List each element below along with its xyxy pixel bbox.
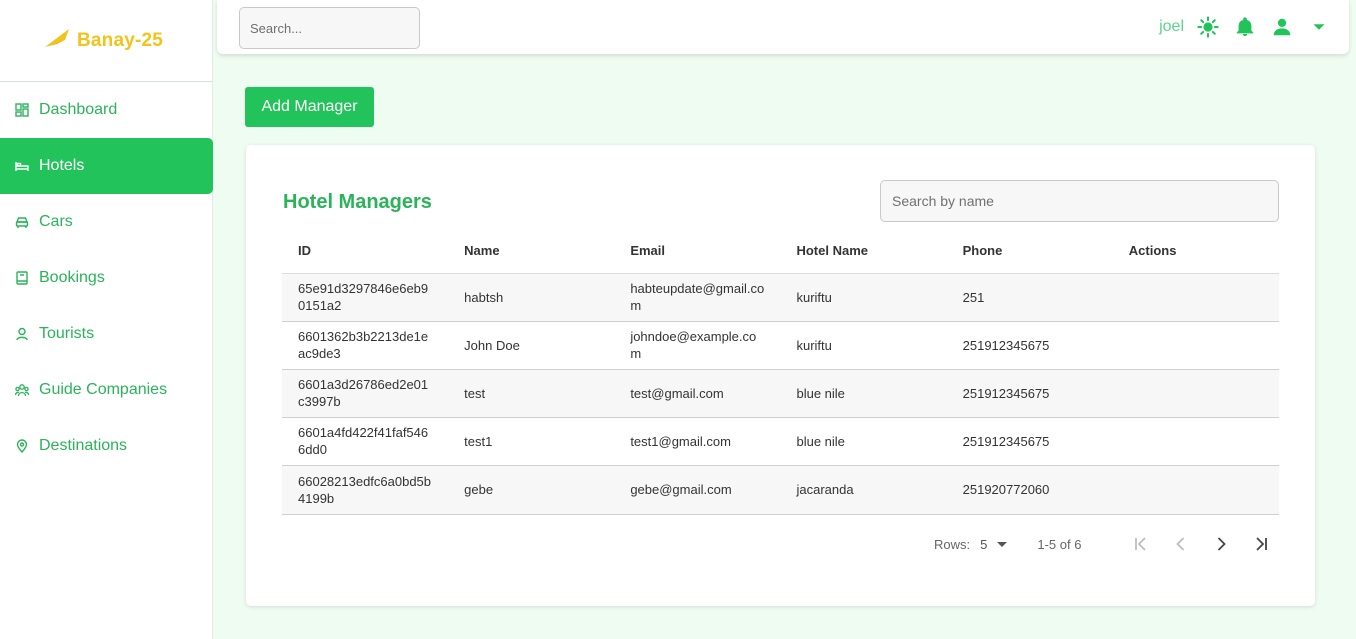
column-header-id[interactable]: ID	[282, 228, 449, 274]
sidebar-item-destinations[interactable]: Destinations	[0, 418, 212, 474]
rows-per-page-label: Rows:	[934, 536, 971, 552]
cell-id: 6601a3d26786ed2e01c3997b	[282, 369, 449, 418]
cell-email: johndoe@example.com	[614, 321, 781, 370]
chevron-down-icon[interactable]	[995, 537, 1009, 551]
group-icon	[15, 383, 29, 397]
user-icon	[15, 327, 29, 341]
username[interactable]: joel	[1159, 18, 1184, 36]
location-pin-icon	[15, 439, 29, 453]
chevron-down-icon[interactable]	[1307, 15, 1331, 39]
cell-phone: 251912345675	[946, 369, 1113, 418]
sidebar-item-cars[interactable]: Cars	[0, 194, 212, 250]
cell-hotel-name: blue nile	[780, 369, 947, 418]
book-icon	[15, 271, 29, 285]
sidebar-item-label: Tourists	[39, 325, 95, 342]
table-row[interactable]: 6601362b3b2213de1eac9de3 John Doe johndo…	[282, 321, 1279, 370]
sidebar: Banay-25 Dashboard Hotels Cars Bookings	[0, 0, 213, 639]
dashboard-icon	[15, 103, 29, 117]
top-bar: joel	[217, 0, 1349, 54]
cell-email: gebe@gmail.com	[614, 465, 781, 515]
cell-hotel-name: kuriftu	[780, 273, 947, 322]
car-icon	[15, 215, 29, 229]
account-icon[interactable]	[1270, 15, 1294, 39]
sidebar-nav: Dashboard Hotels Cars Bookings Tourists	[0, 82, 213, 474]
sidebar-item-dashboard[interactable]: Dashboard	[0, 82, 212, 138]
hotel-managers-card: Hotel Managers ID Name Email Hotel Name …	[246, 145, 1315, 606]
sidebar-item-label: Bookings	[39, 269, 105, 286]
cell-id: 66028213edfc6a0bd5b4199b	[282, 465, 449, 515]
search-by-name-input[interactable]	[880, 180, 1279, 222]
first-page-icon[interactable]	[1129, 532, 1153, 556]
next-page-icon[interactable]	[1209, 532, 1233, 556]
last-page-icon[interactable]	[1249, 532, 1273, 556]
cell-phone: 251920772060	[946, 465, 1113, 515]
global-search-input[interactable]	[239, 7, 420, 49]
sidebar-item-hotels[interactable]: Hotels	[0, 138, 213, 194]
table-row[interactable]: 66028213edfc6a0bd5b4199b gebe gebe@gmail…	[282, 465, 1279, 515]
cell-phone: 251	[946, 273, 1113, 322]
cell-id: 6601362b3b2213de1eac9de3	[282, 321, 449, 370]
airplane-logo-icon	[43, 26, 71, 55]
sidebar-item-label: Destinations	[39, 437, 128, 454]
managers-table: ID Name Email Hotel Name Phone Actions 6…	[282, 228, 1279, 515]
cell-email: habteupdate@gmail.com	[614, 273, 781, 322]
sidebar-item-label: Dashboard	[39, 101, 118, 118]
cell-actions	[1112, 321, 1279, 370]
table-row[interactable]: 6601a4fd422f41faf5466dd0 test1 test1@gma…	[282, 417, 1279, 466]
sun-icon[interactable]	[1196, 15, 1220, 39]
bell-icon[interactable]	[1233, 15, 1257, 39]
cell-name: test	[448, 369, 615, 418]
cell-hotel-name: kuriftu	[780, 321, 947, 370]
cell-name: gebe	[448, 465, 615, 515]
column-header-hotel-name[interactable]: Hotel Name	[780, 228, 947, 274]
table-header-row: ID Name Email Hotel Name Phone Actions	[282, 228, 1279, 274]
sidebar-item-label: Hotels	[39, 157, 85, 174]
cell-actions	[1112, 417, 1279, 466]
cell-phone: 251912345675	[946, 417, 1113, 466]
cell-actions	[1112, 465, 1279, 515]
sidebar-item-guide-companies[interactable]: Guide Companies	[0, 362, 212, 418]
cell-actions	[1112, 273, 1279, 322]
cell-email: test1@gmail.com	[614, 417, 781, 466]
add-manager-button[interactable]: Add Manager	[245, 87, 374, 127]
brand[interactable]: Banay-25	[0, 0, 212, 82]
cell-name: John Doe	[448, 321, 615, 370]
sidebar-item-bookings[interactable]: Bookings	[0, 250, 212, 306]
cell-email: test@gmail.com	[614, 369, 781, 418]
cell-name: habtsh	[448, 273, 615, 322]
sidebar-item-tourists[interactable]: Tourists	[0, 306, 212, 362]
previous-page-icon[interactable]	[1169, 532, 1193, 556]
rows-per-page-select[interactable]: 5	[980, 537, 987, 552]
column-header-phone[interactable]: Phone	[946, 228, 1113, 274]
table-row[interactable]: 65e91d3297846e6eb90151a2 habtsh habteupd…	[282, 273, 1279, 322]
cell-id: 6601a4fd422f41faf5466dd0	[282, 417, 449, 466]
brand-name: Banay-25	[76, 29, 164, 51]
cell-id: 65e91d3297846e6eb90151a2	[282, 273, 449, 322]
cell-name: test1	[448, 417, 615, 466]
bed-icon	[15, 159, 29, 173]
cell-hotel-name: blue nile	[780, 417, 947, 466]
table-row[interactable]: 6601a3d26786ed2e01c3997b test test@gmail…	[282, 369, 1279, 418]
pagination: Rows: 5 1-5 of 6	[934, 530, 1289, 558]
column-header-actions: Actions	[1112, 228, 1279, 274]
column-header-name[interactable]: Name	[448, 228, 615, 274]
column-header-email[interactable]: Email	[614, 228, 781, 274]
page-range-text: 1-5 of 6	[1037, 536, 1082, 552]
cell-phone: 251912345675	[946, 321, 1113, 370]
top-bar-actions: joel	[1159, 0, 1349, 54]
sidebar-item-label: Guide Companies	[39, 381, 168, 398]
cell-hotel-name: jacaranda	[780, 465, 947, 515]
card-title: Hotel Managers	[283, 191, 432, 213]
sidebar-item-label: Cars	[39, 213, 73, 230]
cell-actions	[1112, 369, 1279, 418]
